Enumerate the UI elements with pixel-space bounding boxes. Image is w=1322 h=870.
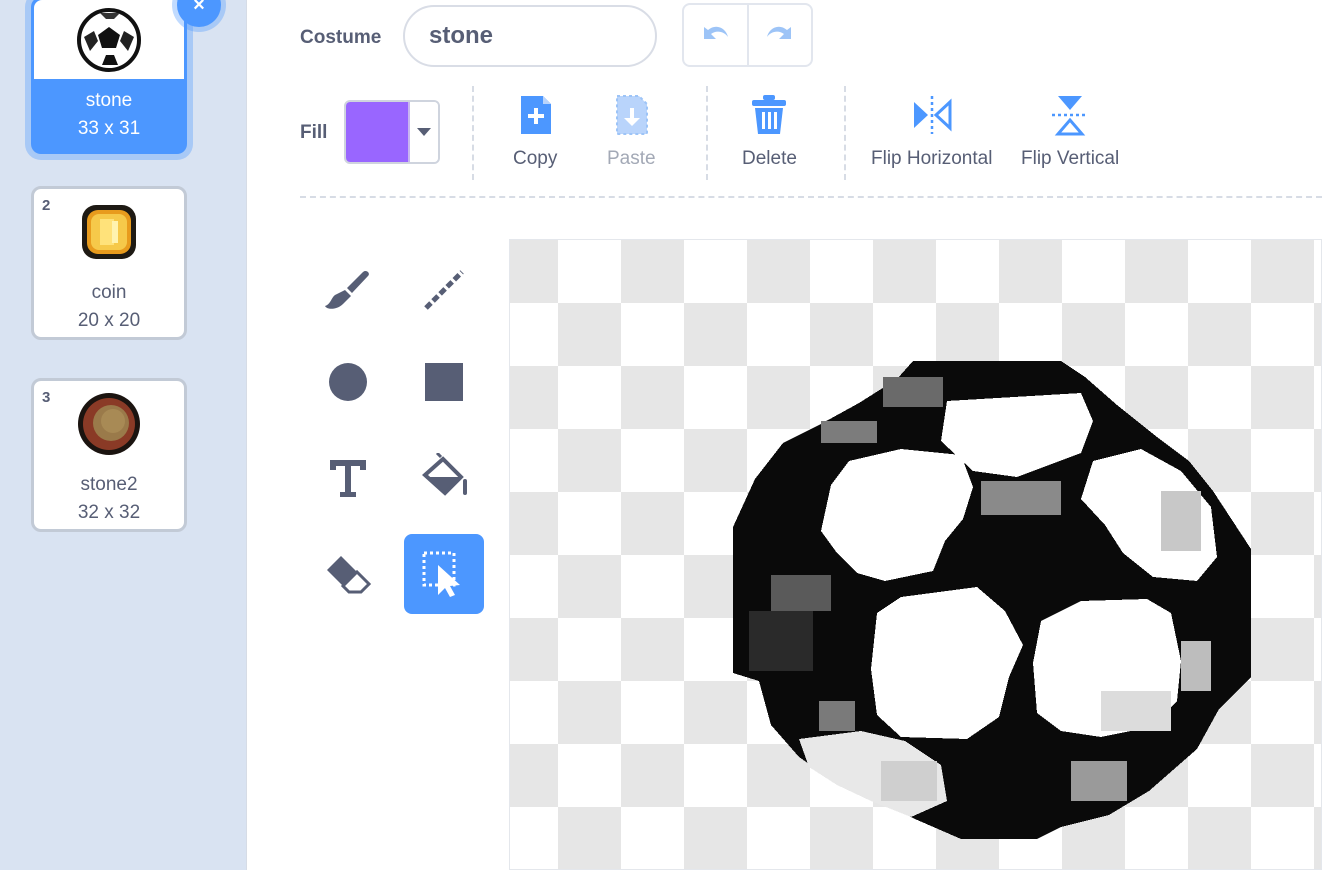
select-cursor-icon (422, 551, 460, 597)
paste-button[interactable]: Paste (607, 94, 656, 170)
delete-button[interactable]: Delete (742, 94, 797, 170)
trash-icon (752, 95, 787, 134)
fill-color-swatch (346, 102, 410, 162)
flip-vertical-button[interactable]: Flip Vertical (1021, 94, 1119, 170)
text-tool[interactable] (308, 438, 388, 518)
brush-icon (325, 270, 369, 309)
toolbar-separator (472, 86, 474, 180)
paint-canvas[interactable] (509, 239, 1322, 870)
costume-thumbnail (34, 0, 184, 79)
eraser-tool[interactable] (308, 534, 388, 614)
circle-icon (329, 363, 367, 401)
undo-button[interactable] (684, 5, 747, 65)
brush-tool[interactable] (308, 250, 388, 330)
costume-card-coin[interactable]: 2 coin 20 x 20 (31, 186, 187, 340)
fill-color-picker[interactable] (344, 100, 440, 164)
costume-name: coin (91, 282, 127, 303)
fill-label: Fill (300, 122, 328, 143)
copy-button[interactable]: Copy (513, 94, 557, 170)
eraser-icon (327, 556, 372, 594)
costume-name: stone (85, 90, 133, 111)
toolbar-separator (844, 86, 846, 180)
soccer-ball-costume-image (733, 361, 1251, 839)
line-icon (424, 270, 464, 310)
flip-vertical-icon (1052, 96, 1089, 136)
close-icon: × (193, 0, 205, 16)
costume-card-stone[interactable]: 1 stone 33 x 31 × (31, 0, 221, 154)
paste-label: Paste (607, 148, 656, 169)
copy-icon (521, 96, 552, 134)
fill-dropdown-arrow (410, 102, 438, 162)
undo-icon (704, 26, 729, 39)
circle-tool[interactable] (308, 342, 388, 422)
undo-redo-group (682, 3, 813, 67)
costume-list: 1 stone 33 x 31 × 2 (0, 0, 246, 870)
costume-name: stone2 (80, 474, 138, 495)
panel-divider (246, 0, 277, 870)
caret-down-icon (417, 127, 431, 136)
costume-card-stone2[interactable]: 3 stone2 32 x 32 (31, 378, 187, 532)
costume-size: 32 x 32 (77, 502, 141, 523)
header-separator (300, 196, 1322, 198)
text-icon (330, 460, 366, 497)
delete-label: Delete (742, 148, 797, 169)
costume-label: Costume (300, 27, 382, 48)
select-tool[interactable] (404, 534, 484, 614)
redo-icon (766, 26, 791, 39)
copy-label: Copy (513, 148, 558, 169)
costume-thumbnail (34, 189, 184, 275)
rectangle-icon (425, 363, 463, 401)
costume-name-input[interactable] (403, 5, 657, 67)
costume-size: 20 x 20 (77, 310, 141, 331)
flip-horizontal-icon (913, 96, 952, 134)
paste-icon (616, 95, 649, 135)
toolbar-separator (706, 86, 708, 180)
flip-vertical-label: Flip Vertical (1021, 148, 1120, 169)
stone-thumb-icon (78, 393, 140, 455)
flip-horizontal-button[interactable]: Flip Horizontal (871, 94, 992, 170)
redo-button[interactable] (746, 5, 812, 65)
costume-size: 33 x 31 (77, 118, 141, 139)
flip-horizontal-label: Flip Horizontal (871, 148, 993, 169)
fill-tool[interactable] (404, 438, 484, 518)
line-tool[interactable] (404, 250, 484, 330)
soccer-ball-thumb-icon (77, 7, 141, 72)
costume-thumbnail (34, 381, 184, 467)
rectangle-tool[interactable] (404, 342, 484, 422)
paint-bucket-icon (422, 453, 467, 496)
coin-thumb-icon (82, 205, 136, 259)
